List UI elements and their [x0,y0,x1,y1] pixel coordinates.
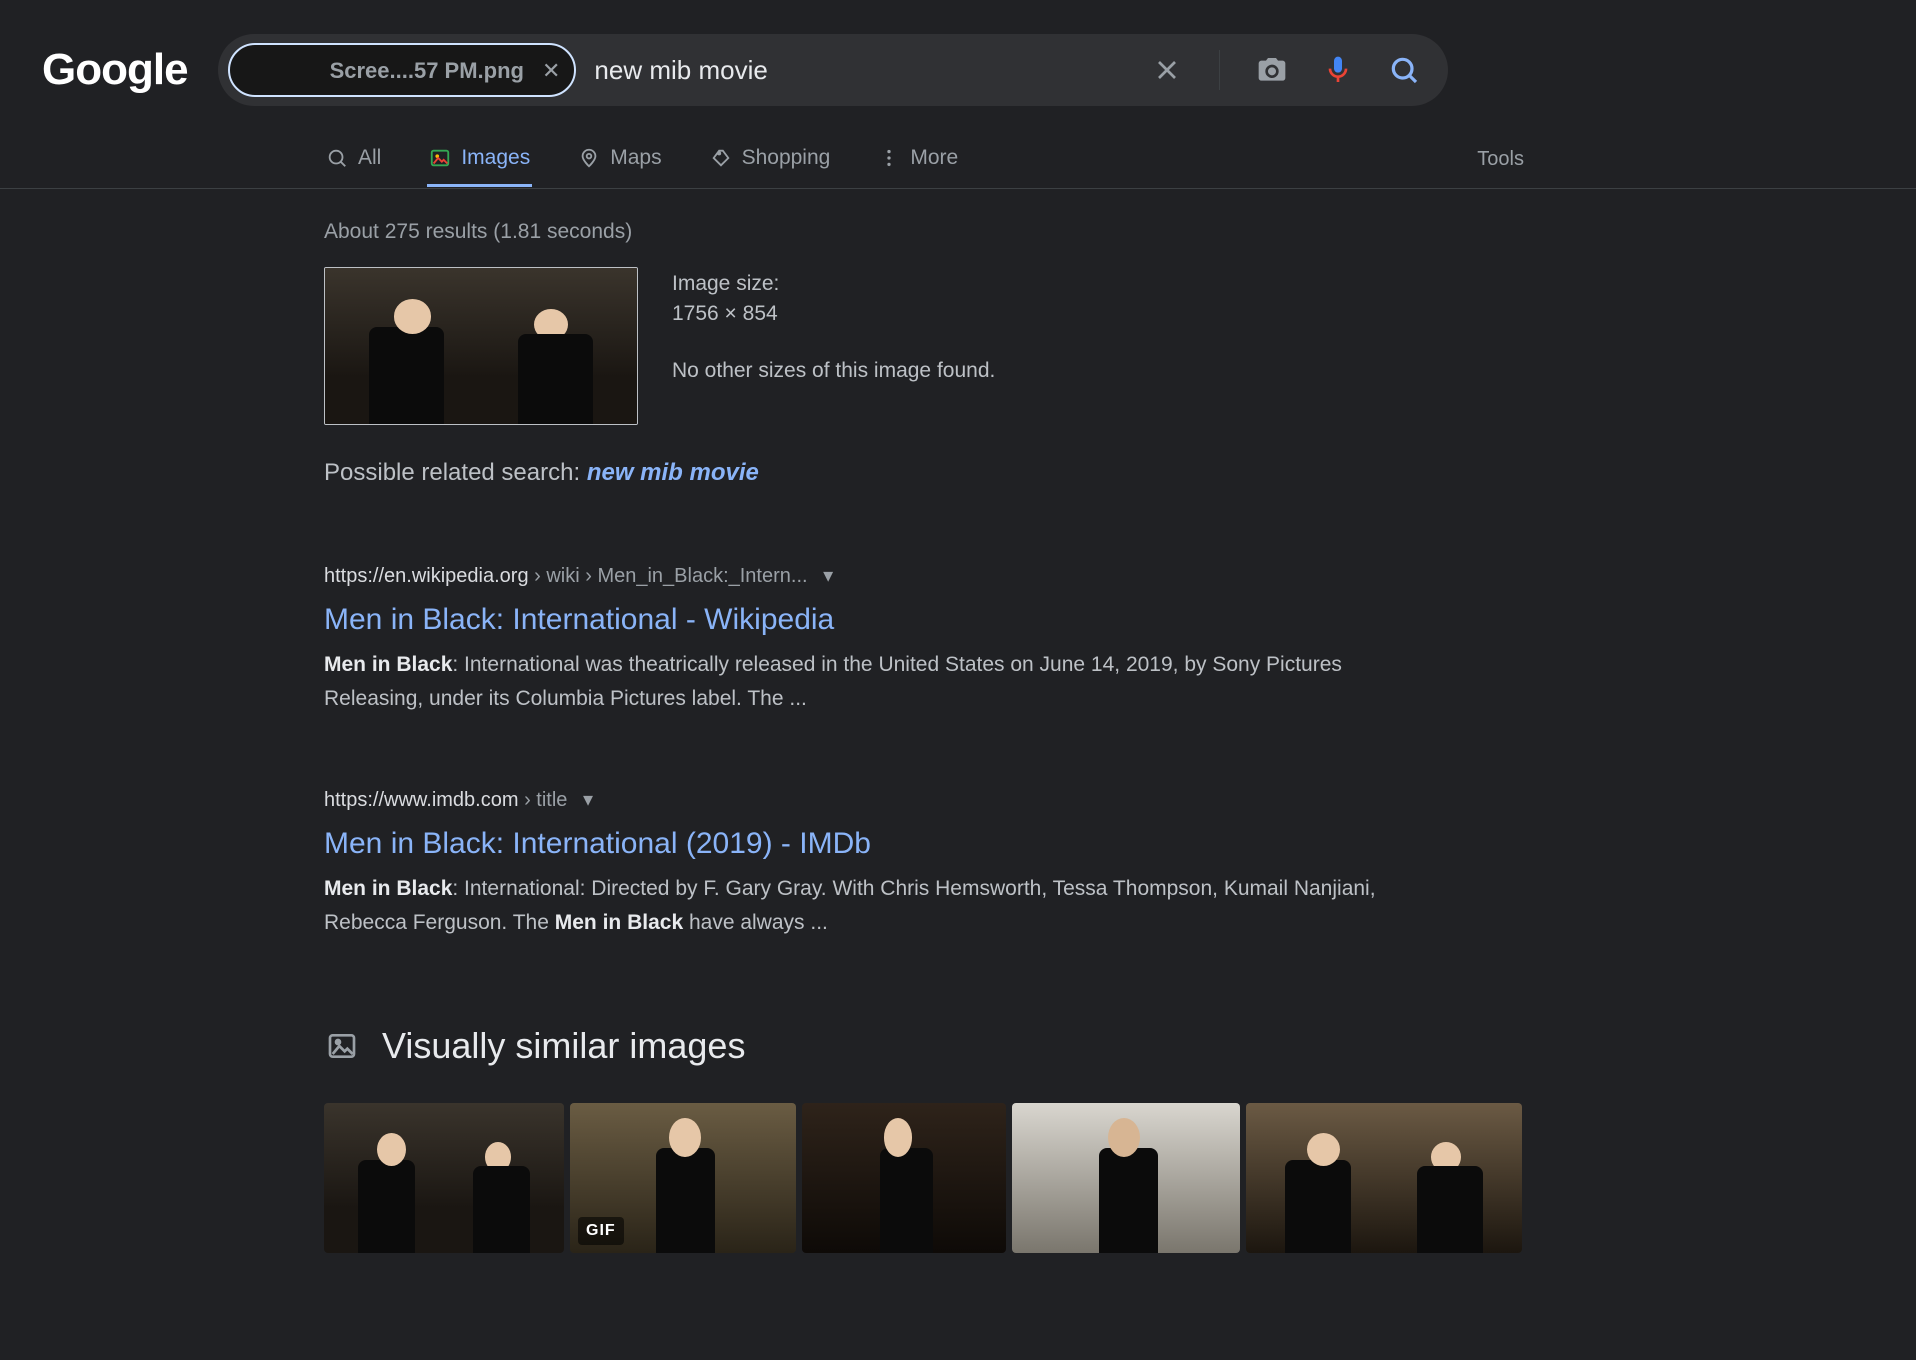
result-path: › title [519,789,568,811]
result-title-link[interactable]: Men in Black: International (2019) - IMD… [324,827,871,860]
related-label: Possible related search: [324,459,587,486]
searchbar-divider [1219,50,1220,90]
image-size-label: Image size: [672,269,995,299]
search-result: https://en.wikipedia.org › wiki › Men_in… [324,561,1424,715]
tab-maps[interactable]: Maps [576,132,663,187]
image-chip-remove-icon[interactable]: ✕ [542,54,560,87]
image-chip-filename: Scree....57 PM.png [330,54,524,87]
tab-all-label: All [358,142,381,174]
result-path: › wiki › Men_in_Black:_Intern... [529,565,808,587]
similar-image[interactable]: GIF [570,1103,796,1253]
tab-all[interactable]: All [324,132,383,187]
similar-image[interactable] [324,1103,564,1253]
result-snippet: Men in Black: International: Directed by… [324,872,1404,939]
image-dimensions: 1756 × 854 [672,299,995,329]
result-title-link[interactable]: Men in Black: International - Wikipedia [324,603,834,636]
visually-similar-title: Visually similar images [382,1019,745,1073]
related-link[interactable]: new mib movie [587,459,759,486]
image-section-icon [324,1028,360,1064]
search-bar: Scree....57 PM.png ✕ [218,34,1448,106]
source-image-thumb[interactable] [324,267,638,425]
google-logo[interactable]: Google [42,37,188,103]
tab-more-label: More [910,142,958,174]
related-search: Possible related search: new mib movie [324,455,1524,491]
tab-images[interactable]: Images [427,132,532,187]
no-other-sizes: No other sizes of this image found. [672,356,995,386]
result-stats: About 275 results (1.81 seconds) [324,216,1524,248]
search-input[interactable] [576,55,1136,86]
tab-shopping[interactable]: Shopping [708,132,833,187]
mic-icon[interactable] [1320,52,1356,88]
similar-image[interactable] [1012,1103,1240,1253]
result-host: https://en.wikipedia.org [324,565,529,587]
tab-maps-label: Maps [610,142,661,174]
search-result: https://www.imdb.com › title ▾ Men in Bl… [324,785,1424,939]
search-tabs: All Images Maps Shopping More Tools [324,132,1524,188]
visually-similar-row: GIF [324,1103,1524,1253]
tab-shopping-label: Shopping [742,142,831,174]
tab-images-label: Images [461,142,530,174]
result-options-icon[interactable]: ▾ [583,789,593,811]
image-chip[interactable]: Scree....57 PM.png ✕ [228,43,577,97]
search-icon[interactable] [1386,52,1422,88]
tools-button[interactable]: Tools [1477,144,1524,174]
image-chip-thumb [238,51,320,89]
similar-image[interactable] [802,1103,1006,1253]
similar-image[interactable] [1246,1103,1522,1253]
gif-badge: GIF [578,1217,624,1245]
tab-more[interactable]: More [876,132,960,187]
camera-icon[interactable] [1254,52,1290,88]
result-snippet: Men in Black: International was theatric… [324,648,1404,715]
clear-icon[interactable] [1149,52,1185,88]
result-options-icon[interactable]: ▾ [823,565,833,587]
result-host: https://www.imdb.com [324,789,519,811]
